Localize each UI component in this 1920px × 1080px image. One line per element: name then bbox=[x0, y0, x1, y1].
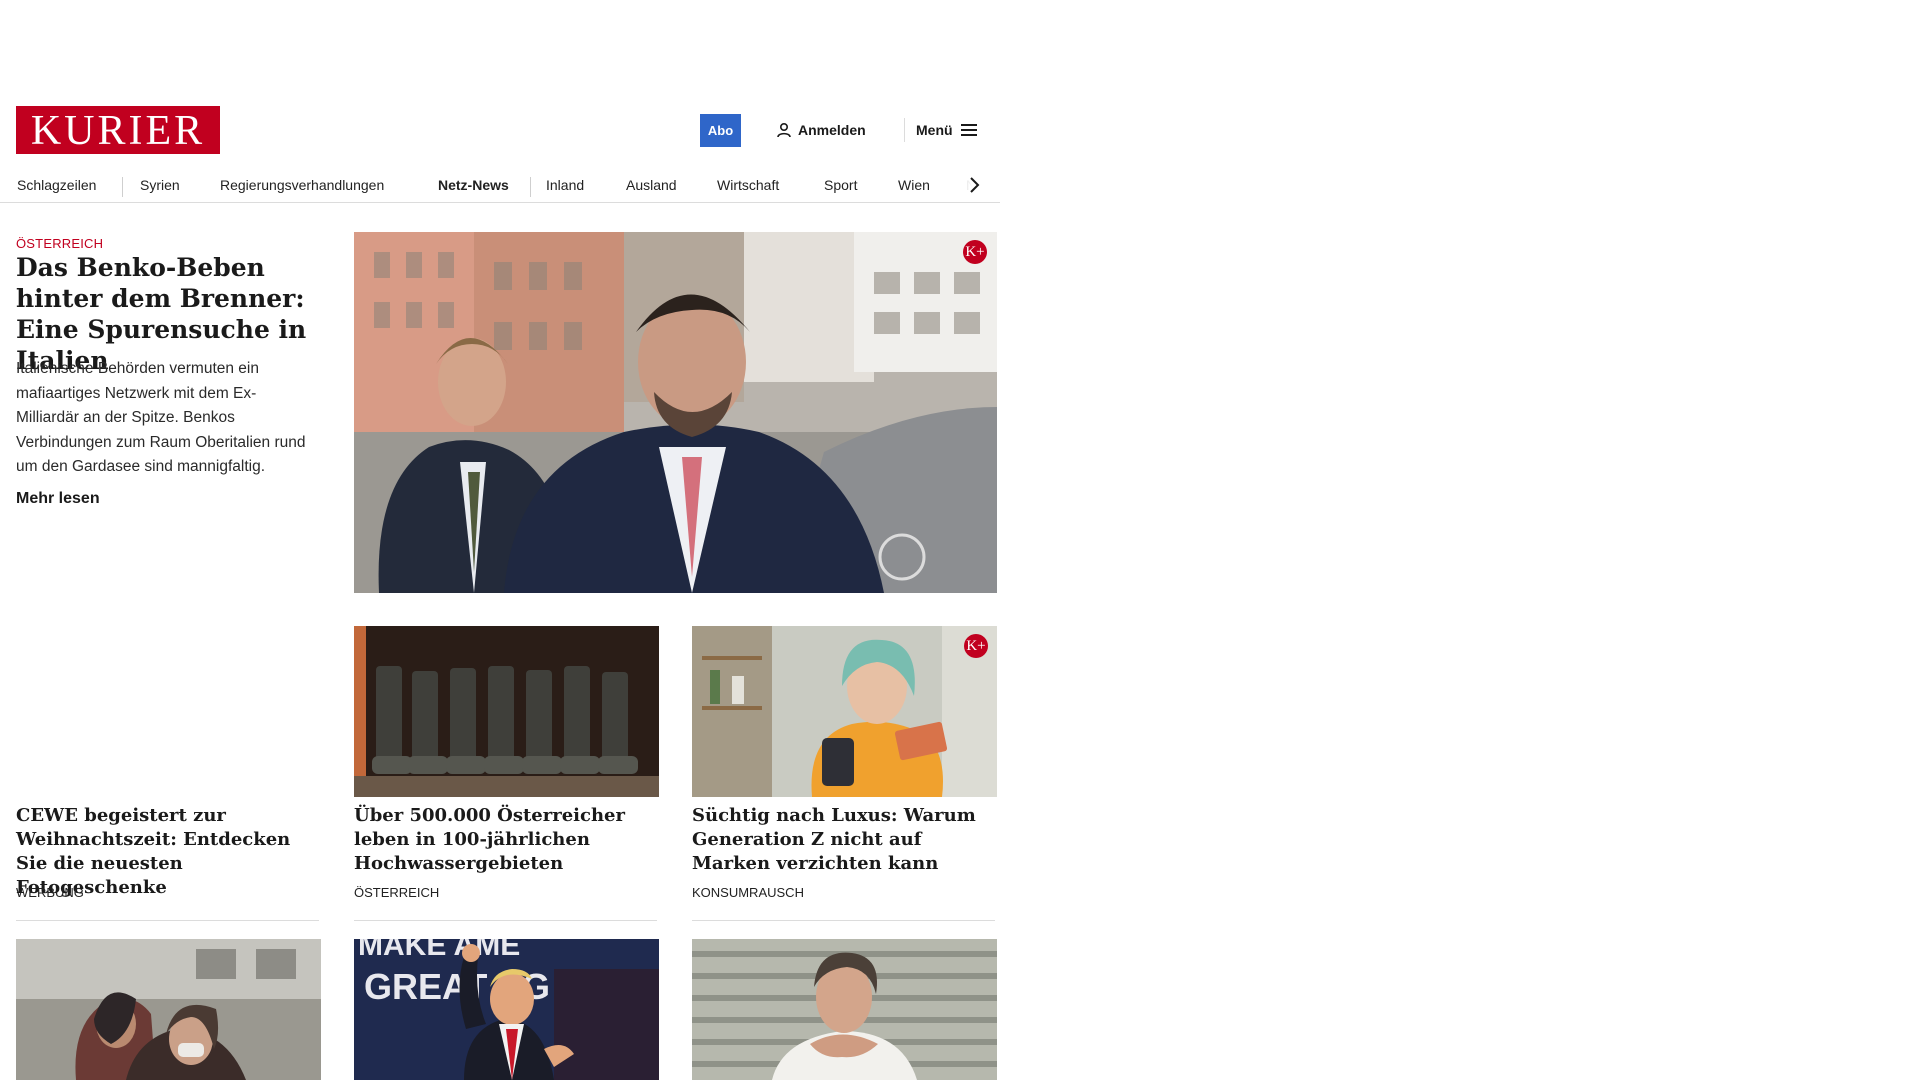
card-category[interactable]: ÖSTERREICH bbox=[354, 885, 439, 900]
nav-item-wirtschaft[interactable]: Wirtschaft bbox=[717, 177, 779, 193]
card-divider bbox=[354, 920, 657, 921]
nav-item-regierungsverhandlungen[interactable]: Regierungsverhandlungen bbox=[220, 177, 384, 193]
lead-teaser: Italienische Behörden vermuten ein mafia… bbox=[16, 360, 306, 475]
kplus-badge-icon: K+ bbox=[963, 240, 987, 264]
lead-photo-art bbox=[354, 232, 997, 593]
kplus-badge-icon: K+ bbox=[964, 634, 988, 658]
nav-item-ausland[interactable]: Ausland bbox=[626, 177, 677, 193]
women-with-masks-photo-art bbox=[16, 939, 321, 1080]
boots-photo[interactable] bbox=[354, 626, 659, 797]
menu-label: Menü bbox=[916, 122, 953, 138]
boots-photo-art bbox=[354, 626, 659, 797]
trump-rally-photo-art: MAKE AME GREAT AG bbox=[354, 939, 659, 1080]
card-headline[interactable]: Über 500.000 Österreicher leben in 100-j… bbox=[354, 804, 659, 876]
nav-item-syrien[interactable]: Syrien bbox=[140, 177, 180, 193]
nav-item-wien[interactable]: Wien bbox=[898, 177, 930, 193]
section-nav: Schlagzeilen Syrien Regierungsverhandlun… bbox=[0, 170, 1000, 202]
nav-item-sport[interactable]: Sport bbox=[824, 177, 857, 193]
chevron-right-icon[interactable] bbox=[966, 175, 982, 195]
header-divider bbox=[904, 118, 905, 142]
abo-button[interactable]: Abo bbox=[700, 114, 741, 147]
read-more-link[interactable]: Mehr lesen bbox=[16, 490, 100, 508]
user-icon bbox=[777, 122, 791, 138]
card-headline[interactable]: Süchtig nach Luxus: Warum Gene­ration Z … bbox=[692, 804, 997, 876]
svg-text:MAKE AME: MAKE AME bbox=[358, 939, 520, 962]
phone-shopping-photo-art bbox=[692, 626, 997, 797]
lead-kicker[interactable]: ÖSTERREICH bbox=[16, 236, 103, 251]
man-portrait-photo[interactable] bbox=[692, 939, 997, 1080]
nav-divider bbox=[530, 177, 531, 197]
card-divider bbox=[692, 920, 995, 921]
phone-shopping-photo[interactable]: K+ bbox=[692, 626, 997, 797]
man-portrait-photo-art bbox=[692, 939, 997, 1080]
nav-item-netz-news[interactable]: Netz-News bbox=[438, 177, 509, 193]
card-category[interactable]: KONSUMRAUSCH bbox=[692, 885, 804, 900]
nav-item-inland[interactable]: Inland bbox=[546, 177, 584, 193]
login-label: Anmelden bbox=[798, 122, 866, 138]
card-category: WERBUNG bbox=[16, 885, 84, 900]
login-button[interactable]: Anmelden bbox=[776, 120, 866, 140]
nav-divider bbox=[122, 177, 123, 197]
trump-rally-photo[interactable]: MAKE AME GREAT AG bbox=[354, 939, 659, 1080]
menu-button[interactable]: Menü bbox=[916, 120, 977, 140]
site-header: KURIER Abo Anmelden Menü Schlagzeilen Sy… bbox=[0, 100, 1000, 203]
lead-photo[interactable]: K+ bbox=[354, 232, 997, 593]
nav-item-schlagzeilen[interactable]: Schlagzeilen bbox=[17, 177, 96, 193]
card-divider bbox=[16, 920, 319, 921]
hamburger-icon bbox=[960, 124, 977, 136]
kurier-logo[interactable]: KURIER bbox=[16, 106, 220, 154]
women-with-masks-photo[interactable] bbox=[16, 939, 321, 1080]
